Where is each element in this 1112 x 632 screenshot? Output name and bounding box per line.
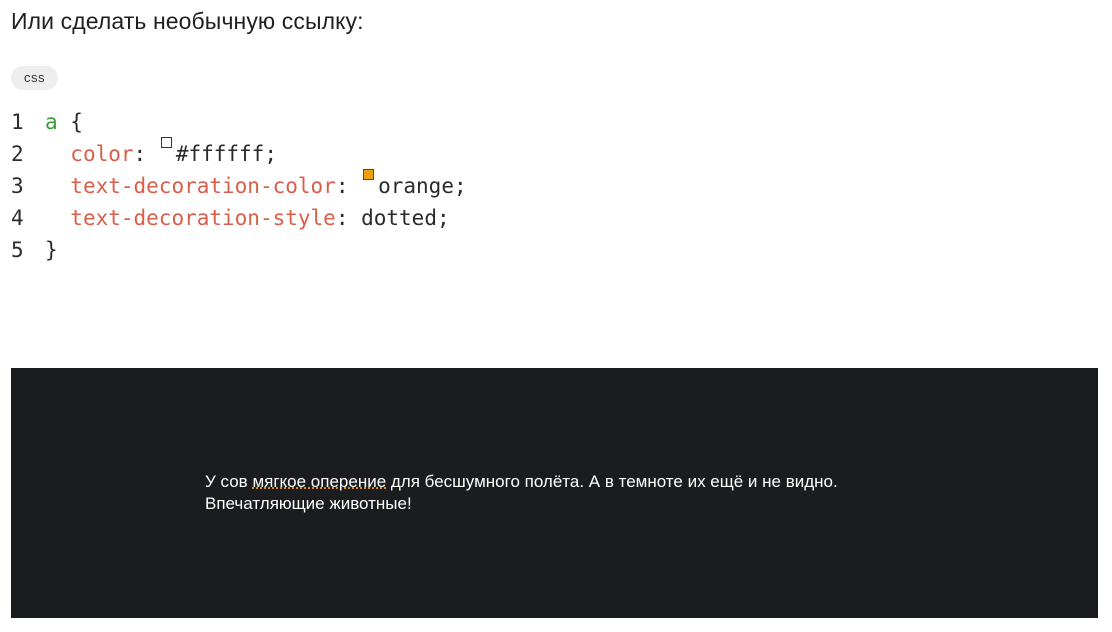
article-page: Или сделать необычную ссылку: css 1a { 2…: [0, 0, 1112, 632]
code-semicolon: ;: [436, 206, 450, 230]
code-brace: {: [57, 110, 83, 134]
code-colon: :: [335, 174, 362, 198]
css-selector: a: [45, 110, 58, 134]
code-semicolon: ;: [264, 142, 277, 166]
demo-link[interactable]: мягкое оперение: [252, 472, 386, 491]
intro-paragraph: Или сделать необычную ссылку:: [11, 8, 364, 34]
line-number: 1: [11, 110, 24, 134]
code-line: 2 color: #ffffff;: [11, 137, 467, 170]
line-number: 2: [11, 142, 24, 166]
css-value: dotted: [361, 206, 437, 230]
demo-text-before: У сов: [205, 472, 253, 491]
color-swatch-orange-icon: [363, 169, 375, 180]
color-swatch-white-icon: [160, 137, 172, 148]
line-number: 4: [11, 206, 24, 230]
line-number: 3: [11, 174, 24, 198]
code-block: 1a { 2 color: #ffffff; 3 text-decoration…: [11, 106, 467, 266]
demo-paragraph: У сов мягкое оперение для бесшумного пол…: [205, 471, 925, 515]
code-colon: :: [133, 142, 159, 166]
code-line: 1a {: [11, 106, 467, 138]
css-value: orange: [378, 174, 454, 198]
line-number: 5: [11, 238, 24, 262]
code-line: 3 text-decoration-color: orange;: [11, 169, 467, 202]
css-property: text-decoration-color: [70, 174, 336, 198]
code-colon: :: [335, 206, 362, 230]
demo-preview: У сов мягкое оперение для бесшумного пол…: [11, 368, 1098, 618]
code-language-badge: css: [11, 66, 58, 90]
code-semicolon: ;: [453, 174, 467, 198]
code-line: 4 text-decoration-style: dotted;: [11, 202, 467, 234]
code-brace: }: [45, 238, 58, 262]
css-property: text-decoration-style: [70, 206, 336, 230]
css-property: color: [70, 142, 134, 166]
css-value: #ffffff: [175, 142, 265, 166]
code-line: 5}: [11, 234, 467, 266]
